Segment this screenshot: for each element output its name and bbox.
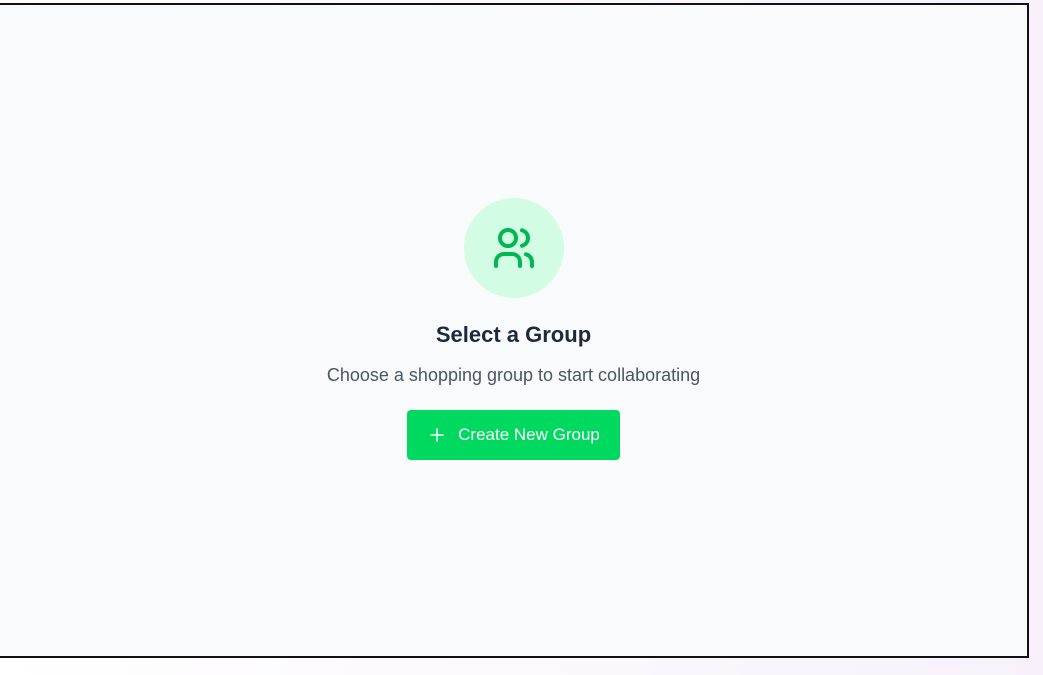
empty-state-subtitle: Choose a shopping group to start collabo… bbox=[326, 365, 701, 385]
users-icon bbox=[493, 228, 534, 268]
main-panel: Select a Group Choose a shopping group t… bbox=[0, 3, 1029, 658]
empty-state: Select a Group Choose a shopping group t… bbox=[0, 198, 1027, 460]
create-new-group-button[interactable]: Create New Group bbox=[407, 410, 620, 460]
plus-icon bbox=[429, 427, 445, 443]
empty-state-title: Select a Group bbox=[435, 322, 592, 347]
create-new-group-label: Create New Group bbox=[458, 425, 600, 444]
users-icon-container bbox=[463, 198, 564, 298]
